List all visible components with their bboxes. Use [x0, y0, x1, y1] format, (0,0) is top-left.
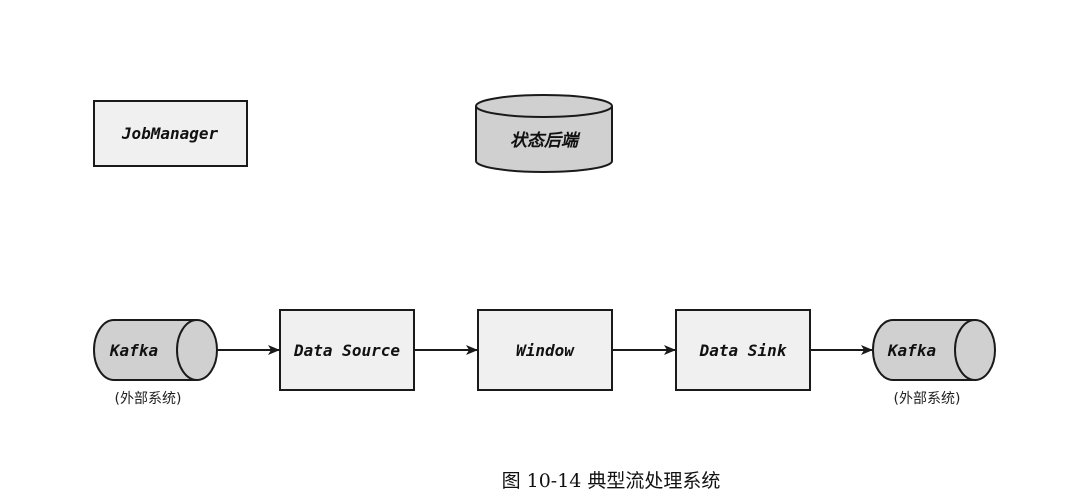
data-sink-node: Data Sink	[675, 309, 811, 391]
window-label: Window	[516, 341, 575, 360]
figure-caption: 图 10-14 典型流处理系统	[502, 470, 721, 492]
state-backend-label: 状态后端	[510, 131, 581, 151]
kafka-sink-node: Kafka (外部系统)	[872, 319, 996, 407]
kafka-sink-label: Kafka	[887, 341, 936, 360]
kafka-source-label: Kafka	[109, 341, 158, 360]
data-source-label: Data Source	[293, 341, 400, 360]
kafka-sink-cylinder-end	[954, 319, 996, 381]
kafka-source-node: Kafka (外部系统)	[93, 319, 218, 407]
job-manager-node: JobManager	[93, 100, 248, 167]
kafka-source-note: (外部系统)	[115, 391, 182, 407]
state-backend-node: 状态后端	[475, 94, 613, 173]
data-sink-label: Data Sink	[699, 341, 788, 360]
window-node: Window	[477, 309, 613, 391]
kafka-sink-note: (外部系统)	[894, 391, 961, 407]
stream-processing-diagram: JobManager 状态后端 Kafka (外部系统) Data Source…	[93, 94, 996, 492]
state-backend-cylinder-top	[475, 94, 613, 118]
kafka-source-cylinder-end	[176, 319, 218, 381]
job-manager-label: JobManager	[121, 124, 219, 143]
data-source-node: Data Source	[279, 309, 415, 391]
